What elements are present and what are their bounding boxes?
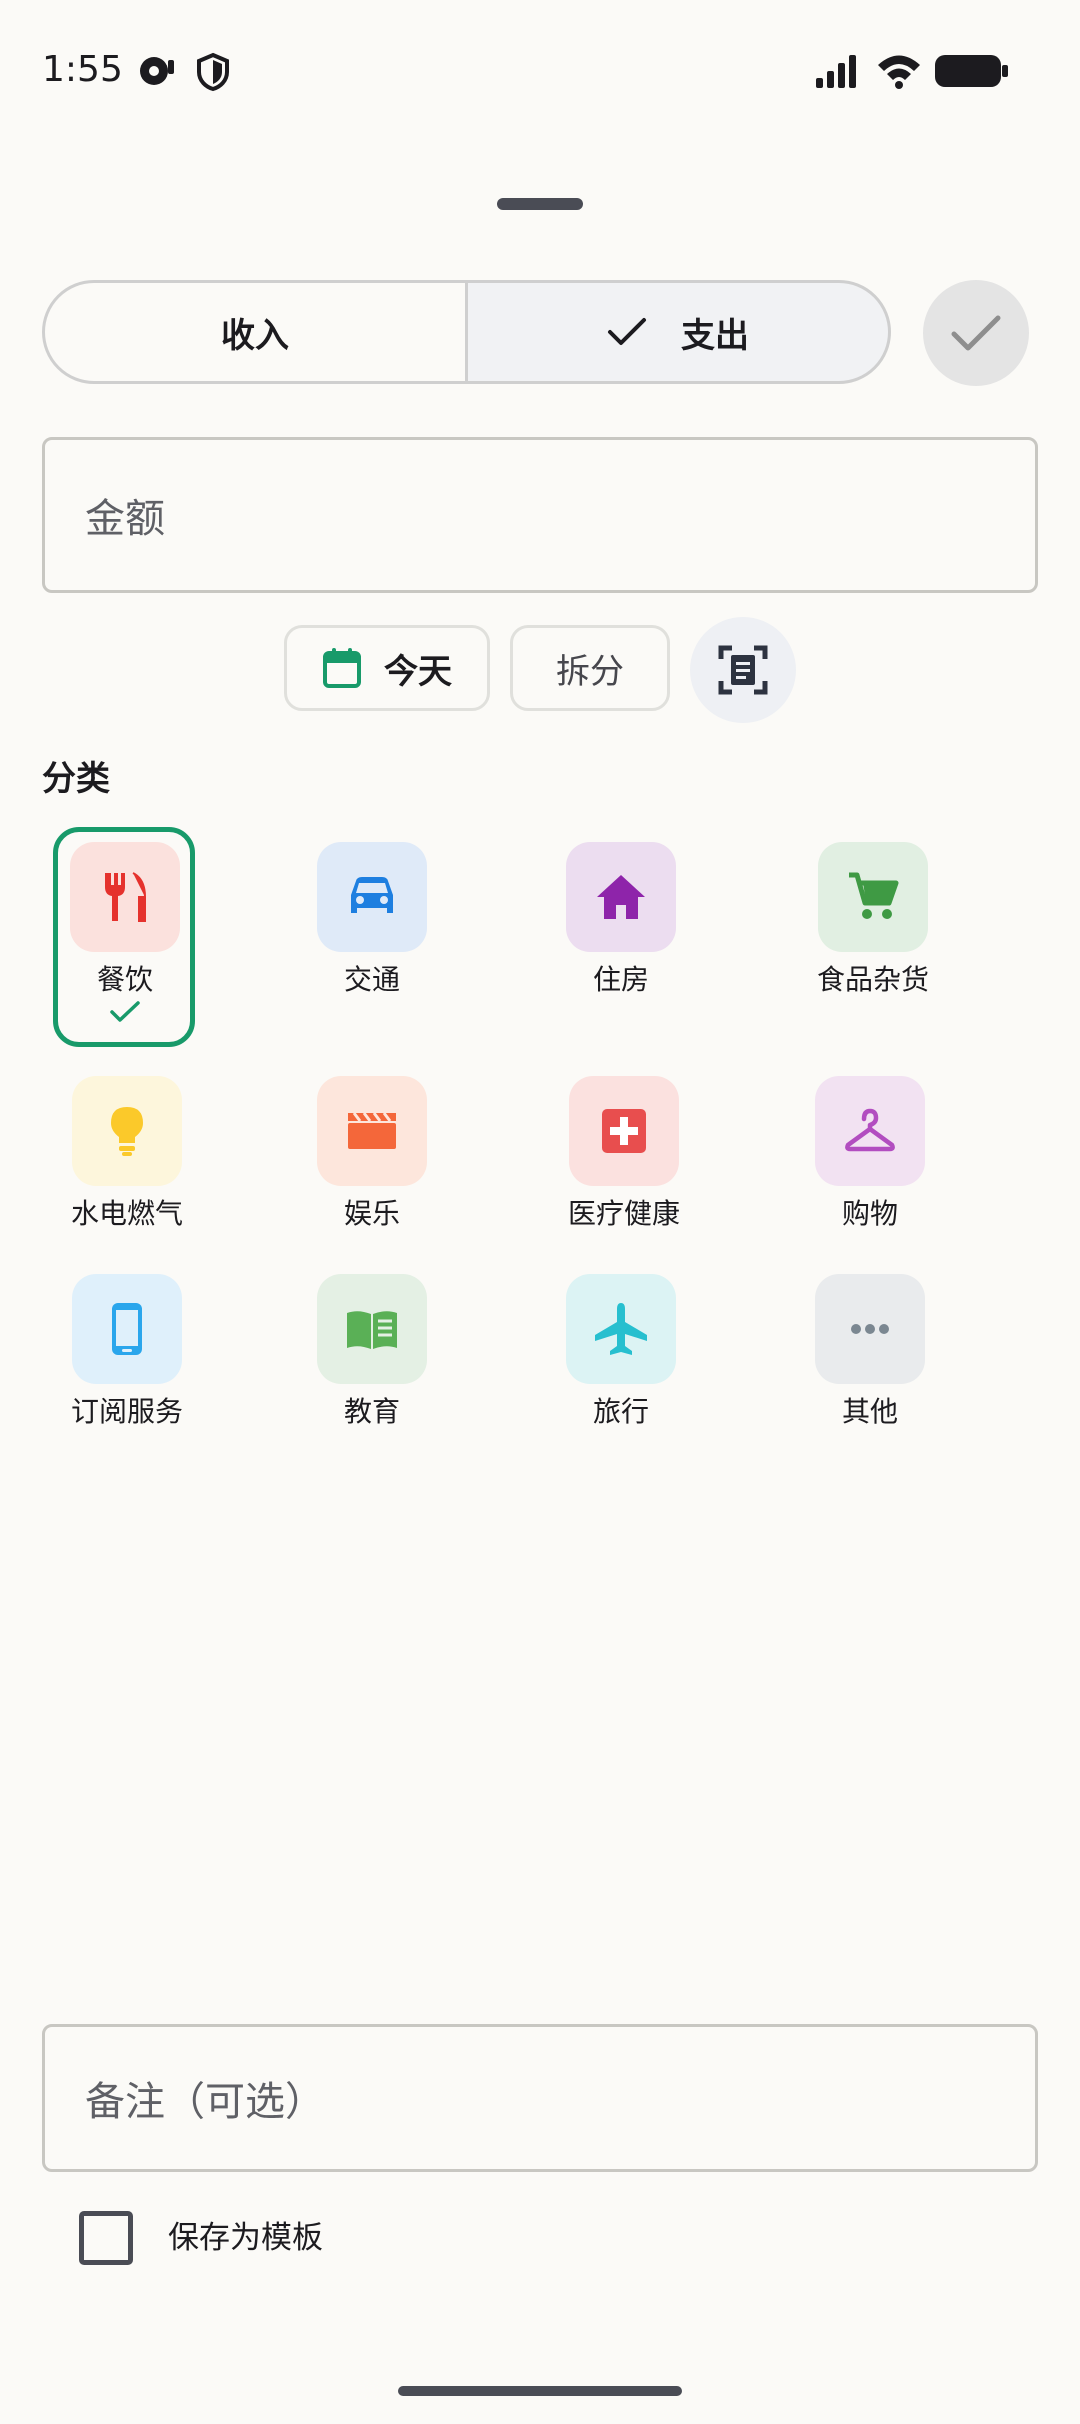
- check-icon: [608, 318, 646, 345]
- category-utilities[interactable]: 水电燃气: [27, 1076, 227, 1232]
- category-label: 餐饮: [96, 963, 153, 996]
- notification-icon: [140, 57, 174, 85]
- amount-placeholder: 金额: [85, 496, 165, 542]
- category-label: 购物: [841, 1197, 898, 1230]
- save-template-checkbox[interactable]: [79, 2211, 133, 2265]
- category-title: 分类: [42, 759, 110, 799]
- income-toggle[interactable]: 收入: [42, 280, 468, 384]
- expense-toggle[interactable]: 支出: [465, 280, 891, 384]
- home-indicator: [398, 2386, 682, 2396]
- category-label: 其他: [841, 1395, 898, 1428]
- category-tile: [815, 1274, 925, 1384]
- category-entertainment[interactable]: 娱乐: [272, 1076, 472, 1232]
- category-tile: [569, 1076, 679, 1186]
- category-tile: [317, 842, 427, 952]
- cart-icon: [849, 872, 899, 919]
- hanger-icon: [845, 1108, 895, 1152]
- category-travel[interactable]: 旅行: [521, 1274, 721, 1430]
- receipt-scan-button[interactable]: [690, 617, 796, 723]
- date-label: 今天: [384, 651, 452, 692]
- movie-icon: [348, 1112, 396, 1149]
- amount-input[interactable]: 金额: [42, 437, 1038, 593]
- note-placeholder: 备注（可选）: [85, 2079, 325, 2125]
- category-tile: [566, 1274, 676, 1384]
- category-medical[interactable]: 医疗健康: [524, 1076, 724, 1232]
- category-tile: [566, 842, 676, 952]
- expense-label: 支出: [681, 315, 749, 356]
- confirm-button[interactable]: [923, 280, 1029, 386]
- split-label: 拆分: [556, 651, 624, 692]
- restaurant-icon: [105, 872, 147, 922]
- income-label: 收入: [221, 315, 289, 356]
- check-icon: [951, 315, 1001, 351]
- drag-handle[interactable]: [497, 198, 583, 210]
- status-time: 1:55: [42, 49, 123, 90]
- category-label: 交通: [343, 963, 400, 996]
- category-tile: [317, 1274, 427, 1384]
- save-template-label[interactable]: 保存为模板: [168, 2218, 323, 2258]
- category-label: 娱乐: [343, 1197, 400, 1230]
- category-label: 教育: [343, 1395, 400, 1428]
- category-subscriptions[interactable]: 订阅服务: [27, 1274, 227, 1430]
- category-groceries[interactable]: 食品杂货: [773, 842, 973, 998]
- lightbulb-icon: [111, 1107, 143, 1156]
- category-label: 旅行: [592, 1395, 649, 1428]
- category-other[interactable]: 其他: [770, 1274, 970, 1430]
- signal-icon: [816, 55, 856, 88]
- airplane-icon: [595, 1303, 647, 1355]
- category-dining[interactable]: 餐饮: [25, 842, 225, 1024]
- more-icon: [851, 1324, 889, 1334]
- date-chip[interactable]: 今天: [284, 625, 490, 711]
- home-icon: [597, 875, 645, 919]
- category-housing[interactable]: 住房: [521, 842, 721, 998]
- receipt-scan-icon: [718, 645, 768, 695]
- category-tile: [70, 842, 180, 952]
- category-shopping[interactable]: 购物: [770, 1076, 970, 1232]
- category-tile: [317, 1076, 427, 1186]
- medical-icon: [602, 1109, 646, 1153]
- split-chip[interactable]: 拆分: [510, 625, 670, 711]
- category-tile: [72, 1274, 182, 1384]
- category-tile: [815, 1076, 925, 1186]
- wifi-icon: [878, 55, 920, 89]
- category-label: 订阅服务: [70, 1395, 183, 1428]
- category-transport[interactable]: 交通: [272, 842, 472, 998]
- category-label: 食品杂货: [816, 963, 929, 996]
- battery-icon: [935, 55, 1008, 87]
- category-tile: [72, 1076, 182, 1186]
- category-education[interactable]: 教育: [272, 1274, 472, 1430]
- car-icon: [351, 877, 393, 913]
- calendar-icon: [323, 648, 361, 688]
- check-icon: [110, 1001, 140, 1022]
- book-icon: [347, 1311, 397, 1349]
- category-label: 医疗健康: [567, 1197, 680, 1230]
- shield-icon: [197, 52, 229, 92]
- category-label: 住房: [592, 963, 649, 996]
- category-tile: [818, 842, 928, 952]
- note-input[interactable]: 备注（可选）: [42, 2024, 1038, 2172]
- category-label: 水电燃气: [70, 1197, 183, 1230]
- phone-icon: [112, 1303, 142, 1355]
